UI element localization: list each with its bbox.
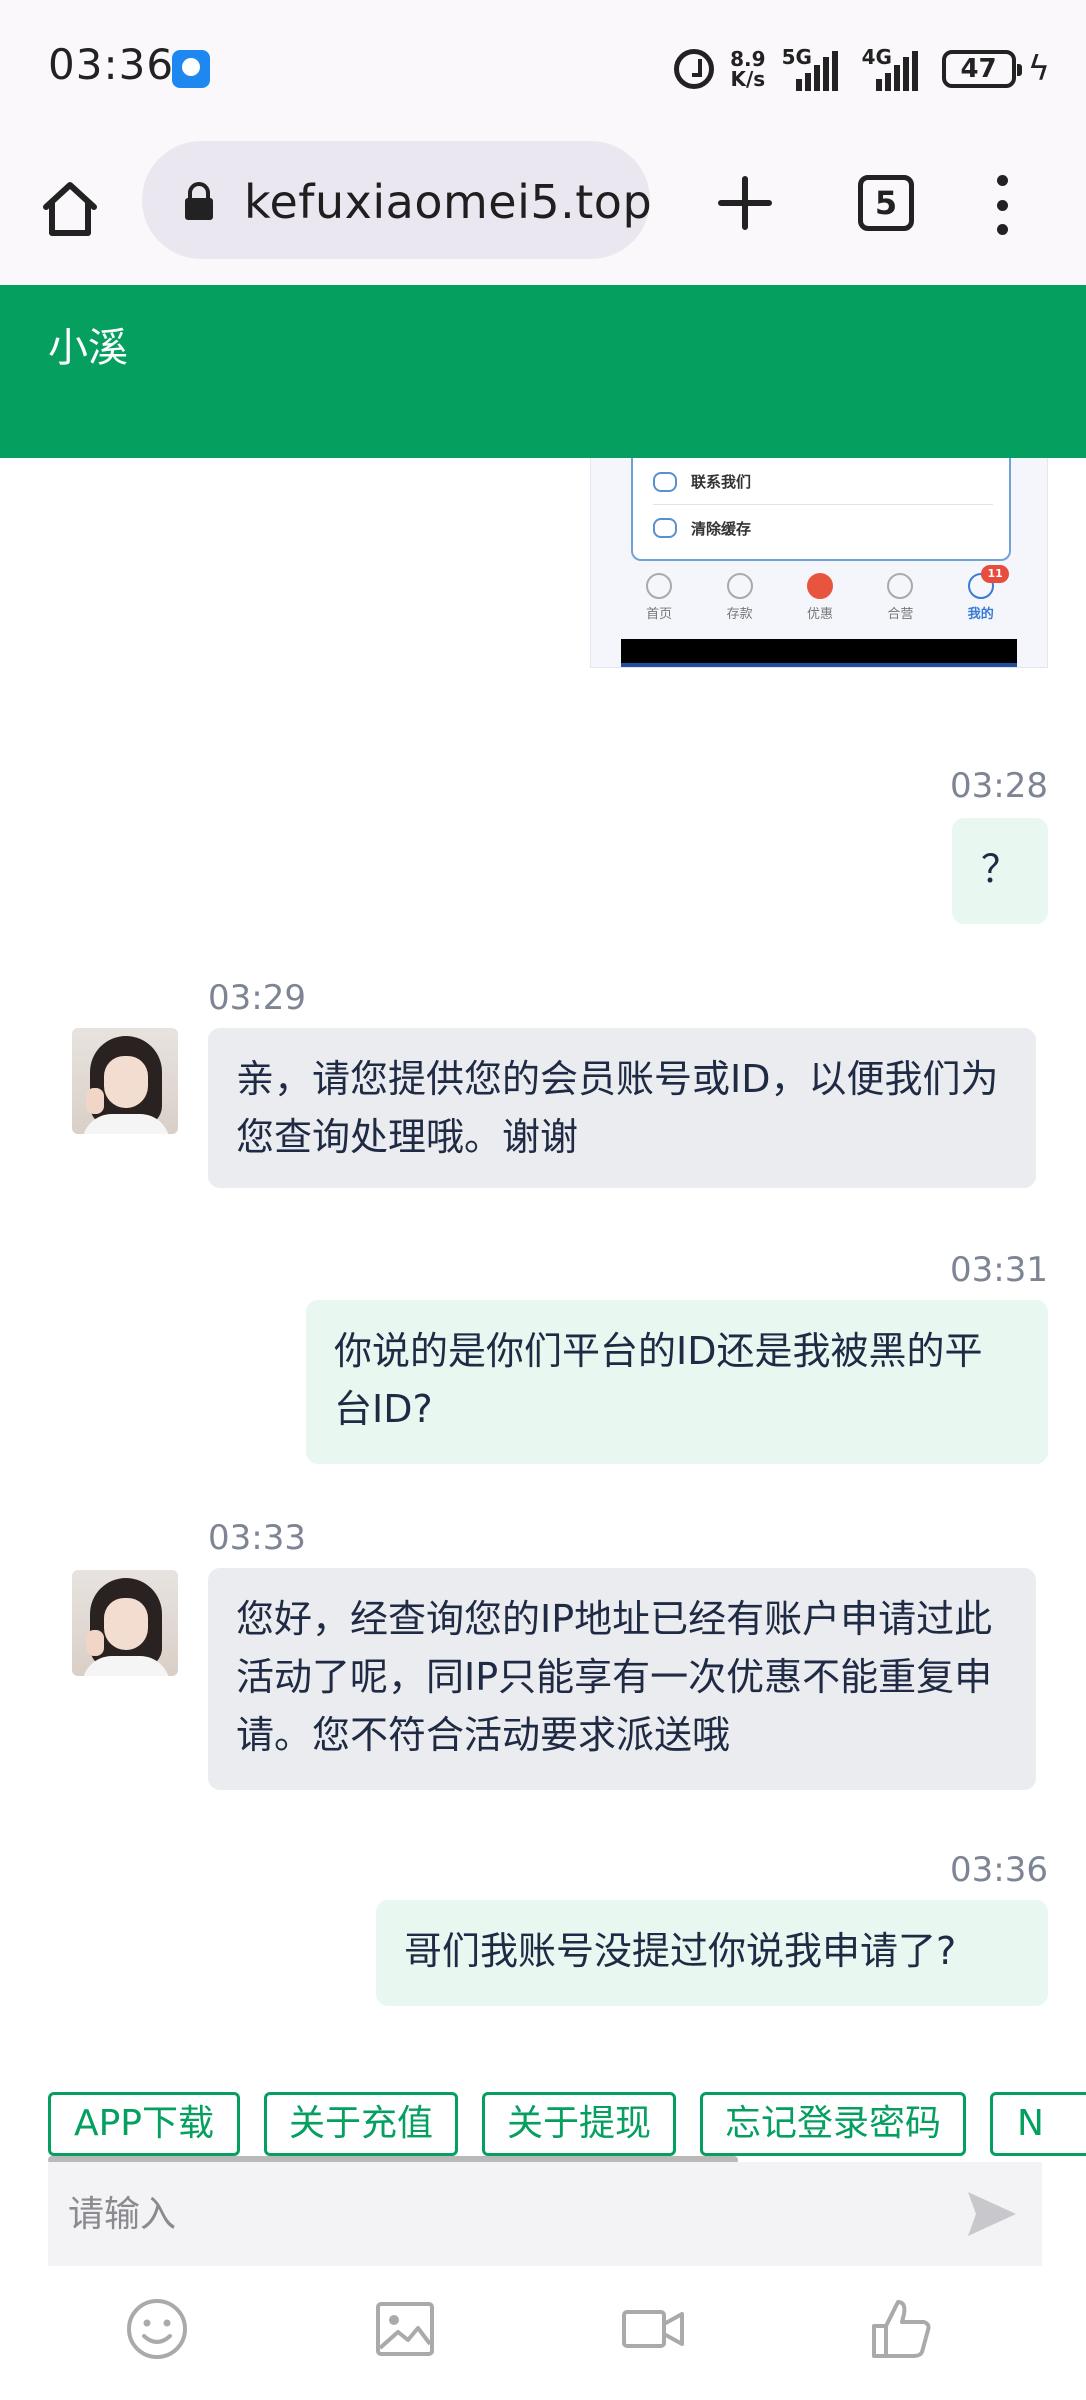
image-upload-icon[interactable]: [370, 2294, 440, 2364]
image-menu-panel: 联系我们 清除缓存: [631, 458, 1011, 561]
message-bubble-sent[interactable]: 哥们我账号没提过你说我申请了?: [376, 1900, 1048, 2006]
address-bar[interactable]: kefuxiaomei5.top: [142, 141, 653, 259]
tab-switcher-button[interactable]: 5: [858, 175, 914, 231]
network-speed: 8.9 K/s: [730, 49, 765, 89]
signal-4g-icon: 4G: [862, 45, 926, 91]
image-nav-tab: 合营: [870, 569, 930, 622]
image-nav-label: 首页: [646, 607, 673, 622]
image-message[interactable]: 联系我们 清除缓存 首页 存款 优惠 合营 我的 11: [590, 458, 1048, 668]
agent-avatar[interactable]: [72, 1570, 178, 1676]
image-nav-label: 合营: [887, 607, 914, 622]
image-nav-tab: 首页: [629, 569, 689, 622]
home-icon[interactable]: [38, 177, 102, 241]
message-timestamp: 03:36: [950, 1850, 1048, 1890]
quick-reply-withdraw[interactable]: 关于提现: [482, 2092, 676, 2156]
browser-toolbar: kefuxiaomei5.top 5: [0, 135, 1086, 285]
image-bottom-nav: 首页 存款 优惠 合营 我的 11: [591, 565, 1047, 629]
image-nav-tab: 优惠: [790, 569, 850, 622]
status-time: 03:36: [48, 40, 175, 89]
battery-icon: 47: [941, 50, 1022, 88]
image-dark-bar: [621, 639, 1017, 667]
quick-reply-bar[interactable]: APP下载 关于充值 关于提现 忘记登录密码 N: [48, 2092, 1086, 2156]
quick-reply-forgot-password[interactable]: 忘记登录密码: [700, 2092, 966, 2156]
message-timestamp: 03:31: [950, 1250, 1048, 1290]
chat-message-list[interactable]: 联系我们 清除缓存 首页 存款 优惠 合营 我的 11 03:28 ？ 03:29…: [0, 458, 1086, 2070]
broom-icon: [653, 518, 677, 538]
image-nav-label: 优惠: [806, 607, 833, 622]
image-nav-label: 我的: [967, 607, 994, 622]
message-bubble-sent[interactable]: 你说的是你们平台的ID还是我被黑的平台ID?: [306, 1300, 1048, 1464]
message-input[interactable]: [48, 2162, 948, 2266]
alarm-icon: [674, 49, 715, 89]
chat-header: 小溪: [0, 285, 1086, 458]
signal-5g-icon: 5G: [782, 45, 846, 91]
status-bar: 03:36 8.9 K/s 5G 4G 47 ϟ: [0, 0, 1086, 135]
network-speed-value: 8.9: [730, 47, 766, 71]
video-icon[interactable]: [618, 2294, 688, 2364]
chat-bubble-icon: [653, 471, 677, 492]
thumbs-up-icon[interactable]: [866, 2294, 936, 2364]
message-bubble-received[interactable]: 您好，经查询您的IP地址已经有账户申请过此活动了呢，同IP只能享有一次优惠不能重…: [208, 1568, 1036, 1790]
quick-reply-more[interactable]: N: [990, 2092, 1086, 2156]
quick-reply-recharge[interactable]: 关于充值: [264, 2092, 458, 2156]
more-menu-icon[interactable]: [990, 175, 1014, 235]
message-bubble-sent[interactable]: ？: [952, 818, 1048, 924]
image-menu-row-label: 联系我们: [691, 473, 752, 491]
message-bubble-received[interactable]: 亲，请您提供您的会员账号或ID，以便我们为您查询处理哦。谢谢: [208, 1028, 1036, 1188]
image-menu-row: 联系我们: [653, 459, 993, 505]
status-indicators: 8.9 K/s 5G 4G 47 ϟ: [674, 44, 1050, 94]
send-icon[interactable]: [964, 2186, 1020, 2242]
image-nav-tab: 我的 11: [951, 565, 1011, 622]
composer-tools: [0, 2286, 1086, 2386]
network-speed-unit: K/s: [730, 67, 766, 91]
url-text: kefuxiaomei5.top: [244, 175, 653, 229]
emoji-icon[interactable]: [122, 2294, 192, 2364]
chat-title: 小溪: [48, 325, 128, 371]
message-timestamp: 03:28: [950, 766, 1048, 806]
image-menu-row-label: 清除缓存: [691, 519, 752, 538]
lock-icon: [185, 182, 213, 220]
image-nav-label: 存款: [726, 607, 753, 622]
message-composer: [48, 2162, 1042, 2266]
message-timestamp: 03:29: [208, 978, 306, 1018]
image-menu-row: 清除缓存: [653, 505, 993, 551]
app-notification-icon: [172, 50, 210, 88]
charging-icon: ϟ: [1027, 49, 1050, 89]
agent-avatar[interactable]: [72, 1028, 178, 1134]
message-timestamp: 03:33: [208, 1518, 306, 1558]
image-nav-badge: 11: [981, 565, 1009, 583]
new-tab-icon[interactable]: [715, 173, 775, 233]
image-nav-tab: 存款: [710, 569, 770, 622]
quick-reply-app-download[interactable]: APP下载: [48, 2092, 240, 2156]
